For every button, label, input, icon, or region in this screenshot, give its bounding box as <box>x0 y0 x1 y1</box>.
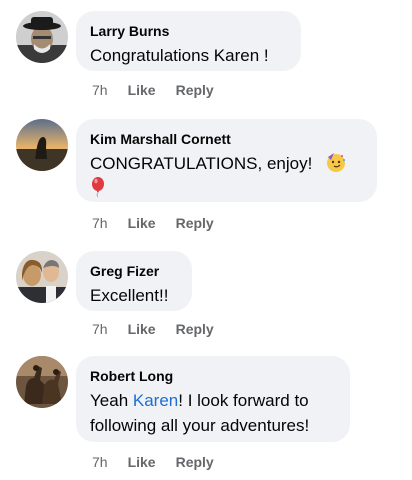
comment-bubble[interactable]: Robert Long Yeah Karen! I look forward t… <box>76 356 350 442</box>
comment-actions: 7h Like Reply <box>92 81 214 99</box>
comment-text: CONGRATULATIONS, enjoy! <box>90 154 313 173</box>
horse-riders-avatar-icon <box>16 356 68 408</box>
avatar[interactable] <box>16 119 68 171</box>
like-button[interactable]: Like <box>128 320 156 338</box>
comment-author[interactable]: Larry Burns <box>90 23 287 40</box>
comment-author[interactable]: Kim Marshall Cornett <box>90 131 363 148</box>
comment-actions: 7h Like Reply <box>92 320 214 338</box>
avatar[interactable] <box>16 251 68 303</box>
comment-time[interactable]: 7h <box>92 214 108 232</box>
comment-text-line-2 <box>90 176 363 200</box>
comment-text: Yeah Karen! I look forward to <box>90 388 336 413</box>
comment-bubble[interactable]: Kim Marshall Cornett CONGRATULATIONS, en… <box>76 119 377 202</box>
reply-button[interactable]: Reply <box>176 453 214 471</box>
comment-text: Congratulations Karen ! <box>90 46 269 65</box>
comment-text-line-2: following all your adventures! <box>90 416 310 435</box>
comment-text-line: CONGRATULATIONS, enjoy! <box>90 151 363 176</box>
couple-photo-avatar-icon <box>16 251 68 303</box>
reply-button[interactable]: Reply <box>176 81 214 99</box>
reply-button[interactable]: Reply <box>176 320 214 338</box>
mention-link[interactable]: Karen <box>133 391 178 410</box>
comment-text: Excellent!! <box>90 286 169 305</box>
like-button[interactable]: Like <box>128 453 156 471</box>
avatar[interactable] <box>16 356 68 408</box>
like-button[interactable]: Like <box>128 214 156 232</box>
comment-bubble[interactable]: Larry Burns Congratulations Karen ! <box>76 11 301 71</box>
comment-bubble[interactable]: Greg Fizer Excellent!! <box>76 251 192 311</box>
balloon-icon <box>90 176 106 198</box>
comment-text-after: ! I look forward to <box>178 391 309 410</box>
comment-time[interactable]: 7h <box>92 320 108 338</box>
comment-actions: 7h Like Reply <box>92 214 214 232</box>
comment-actions: 7h Like Reply <box>92 453 214 471</box>
partying-face-icon <box>325 151 347 173</box>
person-with-hat-avatar-icon <box>16 11 68 63</box>
reply-button[interactable]: Reply <box>176 214 214 232</box>
comment-time[interactable]: 7h <box>92 453 108 471</box>
comment-text-before: Yeah <box>90 391 133 410</box>
comment-time[interactable]: 7h <box>92 81 108 99</box>
comment-author[interactable]: Robert Long <box>90 368 336 385</box>
comment-author[interactable]: Greg Fizer <box>90 263 178 280</box>
like-button[interactable]: Like <box>128 81 156 99</box>
avatar[interactable] <box>16 11 68 63</box>
sunset-dog-avatar-icon <box>16 119 68 171</box>
